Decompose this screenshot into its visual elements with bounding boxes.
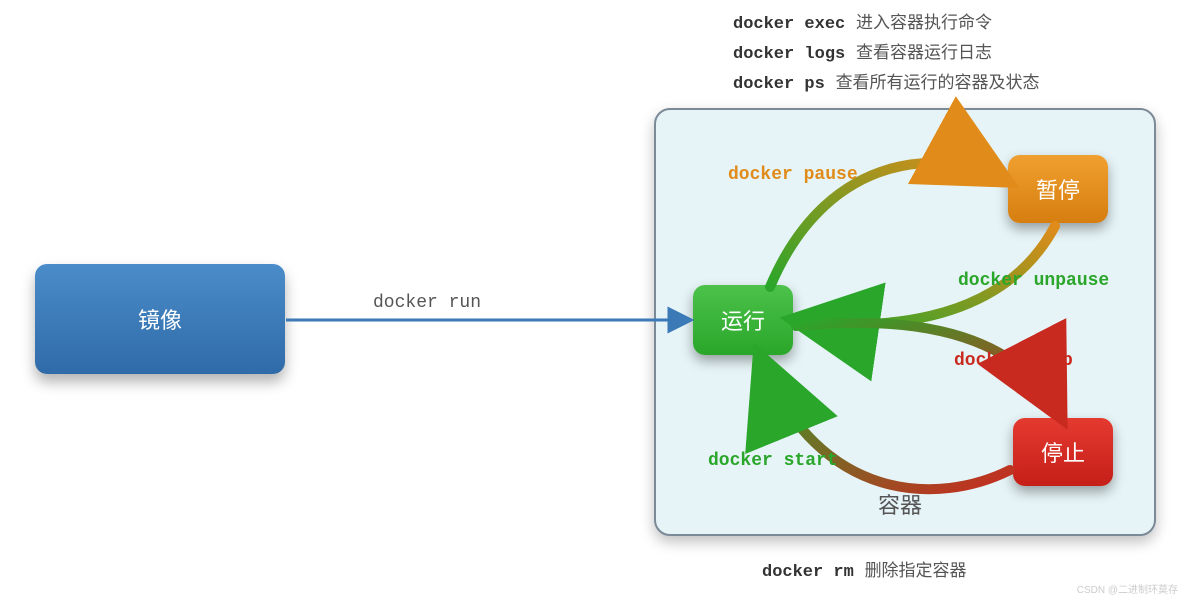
image-node: 镜像 xyxy=(35,264,285,374)
legend-desc: 进入容器执行命令 xyxy=(856,13,992,32)
footer-rm: docker rm 删除指定容器 xyxy=(762,556,967,582)
legend-cmd: docker logs xyxy=(733,45,845,64)
running-node: 运行 xyxy=(693,285,793,355)
legend-row-logs: docker logs 查看容器运行日志 xyxy=(733,38,992,64)
diagram-canvas: docker exec 进入容器执行命令 docker logs 查看容器运行日… xyxy=(0,0,1184,602)
legend-row-exec: docker exec 进入容器执行命令 xyxy=(733,8,992,34)
paused-node-label: 暂停 xyxy=(1036,173,1080,205)
stopped-node-label: 停止 xyxy=(1041,436,1085,468)
edge-stop-label: docker stop xyxy=(954,351,1073,371)
paused-node: 暂停 xyxy=(1008,155,1108,223)
edge-run-label: docker run xyxy=(373,293,481,313)
footer-cmd: docker rm xyxy=(762,563,854,582)
edge-start-label: docker start xyxy=(708,451,838,471)
legend-cmd: docker ps xyxy=(733,75,825,94)
image-node-label: 镜像 xyxy=(138,303,182,335)
legend-cmd: docker exec xyxy=(733,15,845,34)
legend-row-ps: docker ps 查看所有运行的容器及状态 xyxy=(733,68,1040,94)
edge-unpause-label: docker unpause xyxy=(958,271,1109,291)
legend-desc: 查看容器运行日志 xyxy=(856,43,992,62)
running-node-label: 运行 xyxy=(721,304,765,336)
watermark: CSDN @二进制环莫存 xyxy=(1077,581,1178,596)
container-title: 容器 xyxy=(878,488,922,520)
footer-desc: 删除指定容器 xyxy=(865,561,967,580)
stopped-node: 停止 xyxy=(1013,418,1113,486)
legend-desc: 查看所有运行的容器及状态 xyxy=(836,73,1040,92)
edge-pause-label: docker pause xyxy=(728,165,858,185)
